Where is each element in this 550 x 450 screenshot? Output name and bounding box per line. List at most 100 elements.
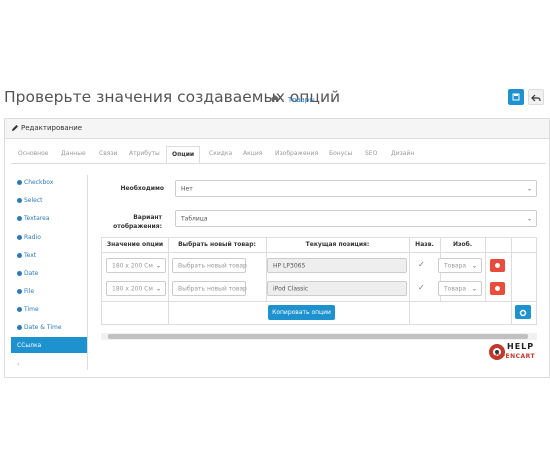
home-icon[interactable]	[271, 95, 279, 104]
option-value-text: 180 х 200 См	[112, 262, 153, 269]
logo-line2: OPENCART	[495, 353, 536, 360]
tab-options[interactable]: Опции	[166, 146, 201, 163]
new-product-placeholder: Выбрать новый товар	[178, 262, 247, 269]
display-label: Вариант отображения:	[113, 214, 162, 230]
sidebar-item-label: Text	[24, 251, 37, 259]
gear-icon	[519, 309, 527, 317]
tab-discount[interactable]: Скидка	[209, 150, 232, 157]
pencil-icon	[12, 125, 18, 131]
current-product-text: iPod Classic	[273, 285, 309, 292]
tab-reward[interactable]: Бонусы	[329, 150, 352, 157]
tab-links[interactable]: Связи	[99, 150, 117, 157]
check-icon[interactable]: ✓	[418, 283, 425, 292]
col-image: Изоб.	[452, 241, 473, 248]
col-current: Текущая позиция:	[305, 241, 370, 248]
sidebar-item-label: Time	[24, 305, 39, 313]
current-product-field: HP LP3065	[267, 258, 407, 273]
tab-images[interactable]: Изображения	[275, 150, 318, 157]
image-select-value: Товара	[444, 262, 467, 269]
minus-circle-icon	[495, 286, 500, 291]
minus-circle-icon[interactable]	[17, 179, 22, 185]
sidebar-item-datetime[interactable]: Date & Time	[11, 320, 88, 334]
minus-circle-icon	[495, 263, 500, 268]
image-select-value: Товара	[444, 285, 467, 292]
option-value-select[interactable]: 180 х 200 См ⌄	[106, 281, 166, 296]
sidebar-item-add[interactable]: ‹	[11, 357, 88, 371]
chevron-down-icon: ⌄	[471, 285, 477, 292]
tab-attributes[interactable]: Атрибуты	[129, 150, 160, 157]
option-table: Значение опции Выбрать новый товар: Теку…	[101, 237, 537, 325]
col-new-product: Выбрать новый товар:	[178, 241, 256, 248]
sidebar-item-radio[interactable]: Radio	[11, 230, 88, 244]
panel-title: Редактирование	[21, 124, 83, 132]
sidebar-item-label: Radio	[24, 233, 41, 241]
save-button[interactable]	[508, 89, 524, 105]
reply-icon	[531, 94, 541, 102]
required-select[interactable]: Нет ⌄	[175, 180, 537, 197]
sidebar-item-label: Checkbox	[24, 178, 54, 186]
sidebar-item-select[interactable]: Select	[11, 193, 88, 207]
sidebar-item-label: Textarea	[24, 214, 50, 222]
image-select[interactable]: Товара ⌄	[438, 281, 482, 296]
chevron-down-icon: ⌄	[526, 215, 532, 222]
sidebar-item-textarea[interactable]: Textarea	[11, 211, 88, 225]
new-product-placeholder: Выбрать новый товар	[178, 285, 247, 292]
tab-seo[interactable]: SEO	[365, 150, 377, 157]
current-product-field: iPod Classic	[267, 281, 407, 296]
save-icon	[512, 93, 520, 101]
remove-row-button[interactable]	[490, 259, 505, 272]
breadcrumb-item-products[interactable]: Товары	[288, 96, 315, 104]
minus-circle-icon[interactable]	[17, 234, 22, 240]
check-icon[interactable]: ✓	[418, 260, 425, 269]
display-select[interactable]: Таблица ⌄	[175, 210, 537, 227]
chevron-down-icon: ⌄	[155, 285, 161, 292]
chevron-down-icon: ⌄	[526, 185, 532, 192]
sidebar-item-file[interactable]: File	[11, 284, 88, 298]
sidebar-item-label: Select	[24, 196, 43, 204]
sidebar-item-label: ССылка	[17, 341, 42, 349]
scrollbar-thumb[interactable]	[108, 334, 528, 339]
display-select-value: Таблица	[181, 215, 208, 222]
breadcrumb-separator: ›	[282, 95, 285, 104]
tab-design[interactable]: Дизайн	[391, 150, 414, 157]
tab-special[interactable]: Акция	[243, 150, 262, 157]
option-value-select[interactable]: 180 х 200 См ⌄	[106, 258, 166, 273]
minus-circle-icon[interactable]	[17, 197, 22, 203]
minus-circle-icon[interactable]	[17, 288, 22, 294]
sidebar-item-time[interactable]: Time	[11, 302, 88, 316]
col-option-value: Значение опции	[106, 241, 164, 248]
tab-bar: Основное Данные Связи Атрибуты Опции Ски…	[11, 146, 546, 164]
logo-line1: HELP	[507, 342, 535, 351]
option-value-text: 180 х 200 См	[112, 285, 153, 292]
minus-circle-icon[interactable]	[17, 270, 22, 276]
sidebar-item-label: Date & Time	[24, 323, 62, 331]
sidebar-item-link[interactable]: ССылка	[11, 337, 88, 353]
back-button[interactable]	[528, 89, 544, 105]
new-product-input[interactable]: Выбрать новый товар	[172, 258, 247, 273]
tab-general[interactable]: Основное	[18, 150, 48, 157]
sidebar-item-label: Date	[24, 269, 39, 277]
sidebar-item-label: File	[24, 287, 35, 295]
remove-row-button[interactable]	[490, 282, 505, 295]
copy-options-button[interactable]: Копировать опции	[268, 305, 335, 320]
new-product-input[interactable]: Выбрать новый товар	[172, 281, 247, 296]
sidebar-divider	[87, 175, 88, 370]
breadcrumb: › Товары	[271, 95, 315, 104]
minus-circle-icon[interactable]	[17, 306, 22, 312]
chevron-down-icon: ⌄	[155, 262, 161, 269]
sidebar-item-checkbox[interactable]: Checkbox	[11, 175, 88, 189]
minus-circle-icon[interactable]	[17, 215, 22, 221]
col-name: Назв.	[415, 241, 434, 248]
minus-circle-icon[interactable]	[17, 324, 22, 330]
chevron-down-icon: ⌄	[471, 262, 477, 269]
tab-data[interactable]: Данные	[61, 150, 86, 157]
sidebar-item-text[interactable]: Text	[11, 248, 88, 262]
panel-heading: Редактирование	[5, 119, 549, 139]
sidebar-item-date[interactable]: Date	[11, 266, 88, 280]
current-product-text: HP LP3065	[273, 262, 306, 269]
add-option-button[interactable]	[515, 305, 531, 319]
minus-circle-icon[interactable]	[17, 252, 22, 258]
help-opencart-logo: HELP OPENCART	[488, 340, 546, 364]
image-select[interactable]: Товара ⌄	[438, 258, 482, 273]
required-select-value: Нет	[181, 185, 193, 192]
